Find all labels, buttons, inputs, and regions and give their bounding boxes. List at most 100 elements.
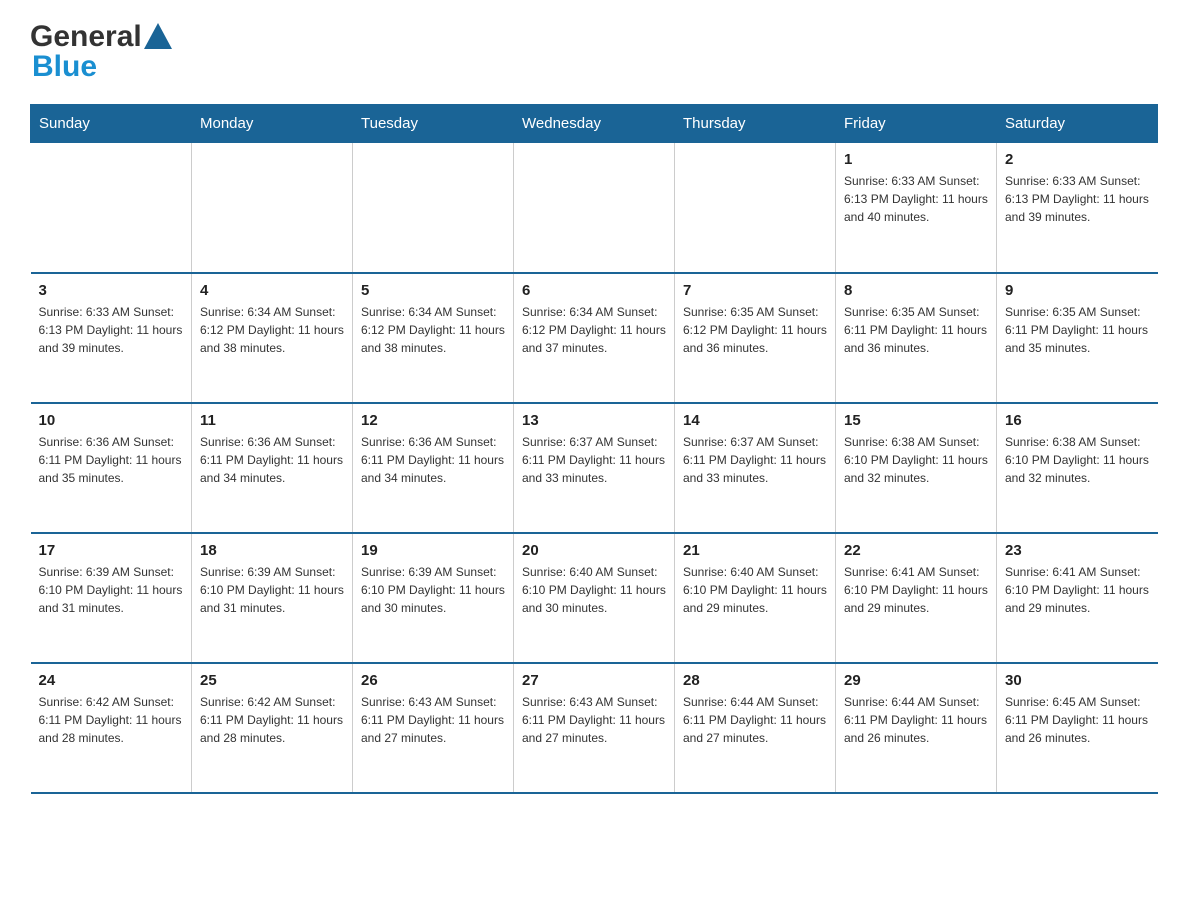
day-info: Sunrise: 6:38 AM Sunset: 6:10 PM Dayligh… <box>1005 433 1150 487</box>
day-number: 25 <box>200 672 344 689</box>
day-number: 18 <box>200 542 344 559</box>
day-cell: 10Sunrise: 6:36 AM Sunset: 6:11 PM Dayli… <box>31 403 192 533</box>
day-number: 14 <box>683 412 827 429</box>
day-cell: 6 Sunrise: 6:34 AM Sunset: 6:12 PM Daylig… <box>514 273 675 403</box>
day-number: 16 <box>1005 412 1150 429</box>
day-cell: 1 Sunrise: 6:33 AM Sunset: 6:13 PM Daylig… <box>836 143 997 273</box>
day-info: Sunrise: 6:40 AM Sunset: 6:10 PM Dayligh… <box>683 563 827 617</box>
day-cell: 19Sunrise: 6:39 AM Sunset: 6:10 PM Dayli… <box>353 533 514 663</box>
day-cell: 9 Sunrise: 6:35 AM Sunset: 6:11 PM Daylig… <box>997 273 1158 403</box>
day-number: 6 <box>522 282 666 299</box>
day-info: Sunrise: 6:35 AM Sunset: 6:12 PM Dayligh… <box>683 303 827 357</box>
day-info: Sunrise: 6:42 AM Sunset: 6:11 PM Dayligh… <box>39 693 184 747</box>
day-info: Sunrise: 6:37 AM Sunset: 6:11 PM Dayligh… <box>683 433 827 487</box>
day-cell: 25 Sunrise: 6:42 AM Sunset: 6:11 PM Dayli… <box>192 663 353 793</box>
day-info: Sunrise: 6:33 AM Sunset: 6:13 PM Dayligh… <box>39 303 184 357</box>
day-number: 2 <box>1005 151 1150 168</box>
day-cell: 17 Sunrise: 6:39 AM Sunset: 6:10 PM Dayli… <box>31 533 192 663</box>
day-cell <box>31 143 192 273</box>
logo-area: General Blue <box>30 20 174 84</box>
header-saturday: Saturday <box>997 105 1158 143</box>
day-cell: 15Sunrise: 6:38 AM Sunset: 6:10 PM Dayli… <box>836 403 997 533</box>
header-monday: Monday <box>192 105 353 143</box>
day-cell: 29Sunrise: 6:44 AM Sunset: 6:11 PM Dayli… <box>836 663 997 793</box>
day-cell: 12 Sunrise: 6:36 AM Sunset: 6:11 PM Dayli… <box>353 403 514 533</box>
day-info: Sunrise: 6:41 AM Sunset: 6:10 PM Dayligh… <box>844 563 988 617</box>
week-row-2: 3 Sunrise: 6:33 AM Sunset: 6:13 PM Daylig… <box>31 273 1158 403</box>
day-number: 21 <box>683 542 827 559</box>
day-cell: 20Sunrise: 6:40 AM Sunset: 6:10 PM Dayli… <box>514 533 675 663</box>
day-info: Sunrise: 6:34 AM Sunset: 6:12 PM Dayligh… <box>522 303 666 357</box>
day-cell: 8 Sunrise: 6:35 AM Sunset: 6:11 PM Daylig… <box>836 273 997 403</box>
day-info: Sunrise: 6:41 AM Sunset: 6:10 PM Dayligh… <box>1005 563 1150 617</box>
header-sunday: Sunday <box>31 105 192 143</box>
day-cell: 4Sunrise: 6:34 AM Sunset: 6:12 PM Daylig… <box>192 273 353 403</box>
day-cell: 30Sunrise: 6:45 AM Sunset: 6:11 PM Dayli… <box>997 663 1158 793</box>
header-tuesday: Tuesday <box>353 105 514 143</box>
weekday-header-row: SundayMondayTuesdayWednesdayThursdayFrid… <box>31 105 1158 143</box>
day-info: Sunrise: 6:42 AM Sunset: 6:11 PM Dayligh… <box>200 693 344 747</box>
day-number: 26 <box>361 672 505 689</box>
header-friday: Friday <box>836 105 997 143</box>
day-info: Sunrise: 6:44 AM Sunset: 6:11 PM Dayligh… <box>683 693 827 747</box>
day-cell: 18 Sunrise: 6:39 AM Sunset: 6:10 PM Dayli… <box>192 533 353 663</box>
day-number: 24 <box>39 672 184 689</box>
day-info: Sunrise: 6:36 AM Sunset: 6:11 PM Dayligh… <box>361 433 505 487</box>
week-row-5: 24 Sunrise: 6:42 AM Sunset: 6:11 PM Dayli… <box>31 663 1158 793</box>
day-number: 4 <box>200 282 344 299</box>
header-thursday: Thursday <box>675 105 836 143</box>
day-number: 23 <box>1005 542 1150 559</box>
day-cell <box>675 143 836 273</box>
logo-triangle-icon <box>144 23 172 49</box>
day-cell: 27 Sunrise: 6:43 AM Sunset: 6:11 PM Dayli… <box>514 663 675 793</box>
week-row-4: 17 Sunrise: 6:39 AM Sunset: 6:10 PM Dayli… <box>31 533 1158 663</box>
day-number: 12 <box>361 412 505 429</box>
day-cell: 7Sunrise: 6:35 AM Sunset: 6:12 PM Daylig… <box>675 273 836 403</box>
day-cell: 11Sunrise: 6:36 AM Sunset: 6:11 PM Dayli… <box>192 403 353 533</box>
day-cell: 5 Sunrise: 6:34 AM Sunset: 6:12 PM Daylig… <box>353 273 514 403</box>
day-number: 5 <box>361 282 505 299</box>
day-info: Sunrise: 6:35 AM Sunset: 6:11 PM Dayligh… <box>1005 303 1150 357</box>
calendar-table: SundayMondayTuesdayWednesdayThursdayFrid… <box>30 104 1158 794</box>
day-number: 27 <box>522 672 666 689</box>
day-number: 30 <box>1005 672 1150 689</box>
day-number: 1 <box>844 151 988 168</box>
day-number: 13 <box>522 412 666 429</box>
day-info: Sunrise: 6:36 AM Sunset: 6:11 PM Dayligh… <box>200 433 344 487</box>
day-cell: 14 Sunrise: 6:37 AM Sunset: 6:11 PM Dayli… <box>675 403 836 533</box>
day-cell: 21 Sunrise: 6:40 AM Sunset: 6:10 PM Dayli… <box>675 533 836 663</box>
day-info: Sunrise: 6:36 AM Sunset: 6:11 PM Dayligh… <box>39 433 184 487</box>
day-info: Sunrise: 6:43 AM Sunset: 6:11 PM Dayligh… <box>522 693 666 747</box>
day-number: 28 <box>683 672 827 689</box>
week-row-1: 1 Sunrise: 6:33 AM Sunset: 6:13 PM Daylig… <box>31 143 1158 273</box>
day-cell: 22 Sunrise: 6:41 AM Sunset: 6:10 PM Dayli… <box>836 533 997 663</box>
day-cell: 16 Sunrise: 6:38 AM Sunset: 6:10 PM Dayli… <box>997 403 1158 533</box>
day-number: 9 <box>1005 282 1150 299</box>
day-info: Sunrise: 6:33 AM Sunset: 6:13 PM Dayligh… <box>844 172 988 226</box>
day-cell: 23 Sunrise: 6:41 AM Sunset: 6:10 PM Dayli… <box>997 533 1158 663</box>
day-number: 8 <box>844 282 988 299</box>
header-wednesday: Wednesday <box>514 105 675 143</box>
page-header: General Blue <box>30 20 1158 84</box>
day-cell: 24 Sunrise: 6:42 AM Sunset: 6:11 PM Dayli… <box>31 663 192 793</box>
day-cell <box>514 143 675 273</box>
day-number: 22 <box>844 542 988 559</box>
day-number: 15 <box>844 412 988 429</box>
day-cell: 3 Sunrise: 6:33 AM Sunset: 6:13 PM Daylig… <box>31 273 192 403</box>
day-number: 3 <box>39 282 184 299</box>
day-number: 29 <box>844 672 988 689</box>
day-number: 17 <box>39 542 184 559</box>
day-cell: 13 Sunrise: 6:37 AM Sunset: 6:11 PM Dayli… <box>514 403 675 533</box>
day-info: Sunrise: 6:39 AM Sunset: 6:10 PM Dayligh… <box>200 563 344 617</box>
week-row-3: 10Sunrise: 6:36 AM Sunset: 6:11 PM Dayli… <box>31 403 1158 533</box>
day-info: Sunrise: 6:37 AM Sunset: 6:11 PM Dayligh… <box>522 433 666 487</box>
logo-general-text: General <box>30 20 142 54</box>
logo-blue-text: Blue <box>32 50 97 83</box>
day-info: Sunrise: 6:34 AM Sunset: 6:12 PM Dayligh… <box>361 303 505 357</box>
day-cell: 28 Sunrise: 6:44 AM Sunset: 6:11 PM Dayli… <box>675 663 836 793</box>
day-number: 20 <box>522 542 666 559</box>
day-cell <box>192 143 353 273</box>
day-info: Sunrise: 6:35 AM Sunset: 6:11 PM Dayligh… <box>844 303 988 357</box>
day-cell: 2Sunrise: 6:33 AM Sunset: 6:13 PM Daylig… <box>997 143 1158 273</box>
day-info: Sunrise: 6:39 AM Sunset: 6:10 PM Dayligh… <box>39 563 184 617</box>
